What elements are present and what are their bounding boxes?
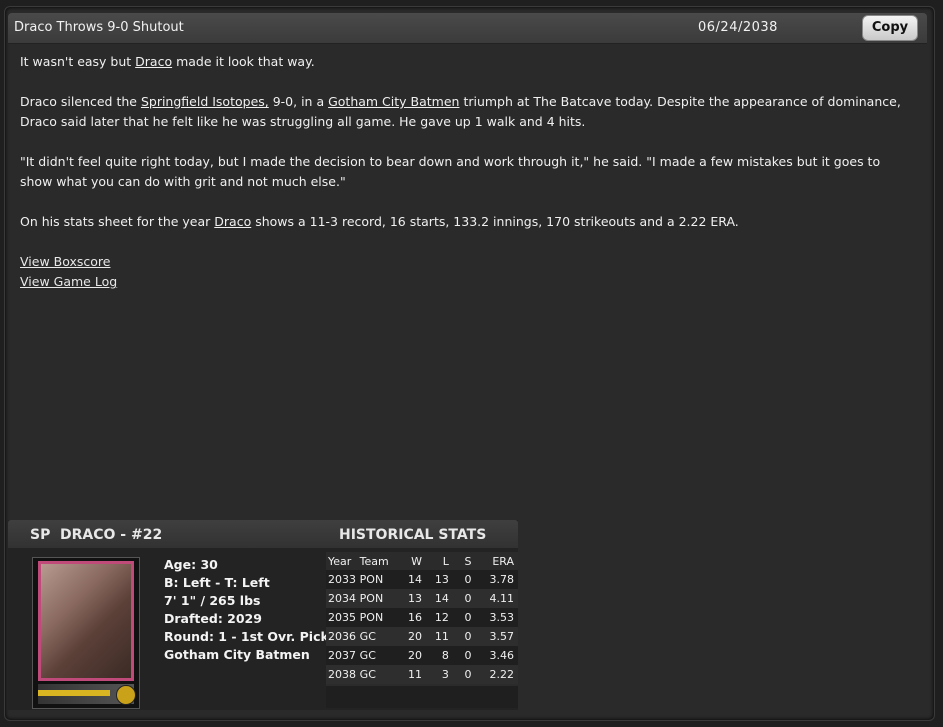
cell-w: 20: [398, 646, 422, 665]
cell-team: GC: [359, 665, 399, 684]
article-body: It wasn't easy but Draco made it look th…: [20, 52, 910, 252]
cell-w: 20: [398, 627, 422, 646]
player-card-banner: [38, 684, 136, 705]
cell-year: 2036: [326, 627, 360, 646]
player-portrait-image: [38, 561, 134, 681]
historical-stats-table: Year Team W L S ERA 2033 PON 14 13 0 3.7…: [326, 552, 518, 708]
col-era[interactable]: ERA: [472, 552, 518, 570]
cell-year: 2033: [326, 570, 360, 589]
team-link-springfield-isotopes[interactable]: Springfield Isotopes,: [141, 94, 269, 109]
cell-l: 13: [422, 570, 449, 589]
bio-team: Gotham City Batmen: [164, 647, 310, 662]
cell-l: 3: [422, 665, 449, 684]
cell-s: 0: [448, 608, 472, 627]
article-paragraph-1: It wasn't easy but Draco made it look th…: [20, 52, 910, 72]
article-title: Draco Throws 9-0 Shutout: [14, 20, 184, 35]
article-paragraph-4: On his stats sheet for the year Draco sh…: [20, 212, 910, 232]
cell-s: 0: [448, 646, 472, 665]
cell-w: 14: [398, 570, 422, 589]
player-card-header: SP DRACO - #22 HISTORICAL STATS: [8, 520, 518, 548]
p2-text-mid: 9-0, in a: [268, 94, 329, 109]
cell-s: 0: [448, 589, 472, 608]
col-l[interactable]: L: [422, 552, 449, 570]
cell-s: 0: [448, 570, 472, 589]
cell-team: GC: [359, 627, 399, 646]
team-link-gotham-city-batmen[interactable]: Gotham City Batmen: [328, 94, 459, 109]
article-date: 06/24/2038: [698, 20, 778, 35]
cell-year: 2037: [326, 646, 360, 665]
bio-age: Age: 30: [164, 557, 218, 572]
cell-era: 3.78: [471, 570, 518, 589]
p1-text-post: made it look that way.: [172, 54, 315, 69]
table-row: 2036 GC 20 11 0 3.57: [326, 627, 518, 646]
article-paragraph-2: Draco silenced the Springfield Isotopes,…: [20, 92, 910, 132]
cell-era: 2.22: [471, 665, 518, 684]
player-photo[interactable]: [32, 557, 140, 709]
cell-era: 4.11: [471, 589, 518, 608]
bio-drafted: Drafted: 2029: [164, 611, 262, 626]
col-year[interactable]: Year: [326, 552, 360, 570]
col-w[interactable]: W: [399, 552, 422, 570]
player-link-draco-2[interactable]: Draco: [214, 214, 251, 229]
banner-stripe: [38, 690, 110, 696]
table-row: 2034 PON 13 14 0 4.11: [326, 589, 518, 608]
cell-l: 8: [422, 646, 449, 665]
article-links: View Boxscore View Game Log: [20, 252, 117, 292]
cell-year: 2035: [326, 608, 360, 627]
view-boxscore-link[interactable]: View Boxscore: [20, 252, 117, 272]
cell-l: 11: [422, 627, 449, 646]
cell-w: 13: [398, 589, 422, 608]
p1-text-pre: It wasn't easy but: [20, 54, 136, 69]
historical-stats-label: HISTORICAL STATS: [339, 527, 487, 543]
stats-footer: [326, 686, 518, 708]
cell-year: 2038: [326, 665, 360, 684]
player-bio: Age: 30 B: Left - T: Left 7' 1" / 265 lb…: [164, 556, 329, 664]
article-header: Draco Throws 9-0 Shutout 06/24/2038 Copy: [8, 13, 927, 44]
cell-w: 16: [398, 608, 422, 627]
player-link-draco[interactable]: Draco: [135, 54, 172, 69]
cell-s: 0: [448, 627, 472, 646]
bio-round: Round: 1 - 1st Ovr. Pick: [164, 629, 329, 644]
p2-text-pre: Draco silenced the: [20, 94, 141, 109]
bio-bats-throws: B: Left - T: Left: [164, 575, 270, 590]
p4-text-pre: On his stats sheet for the year: [20, 214, 215, 229]
copy-button[interactable]: Copy: [862, 15, 918, 41]
cell-era: 3.57: [471, 627, 518, 646]
cell-team: PON: [359, 570, 399, 589]
player-name[interactable]: DRACO - #22: [60, 527, 162, 543]
cell-l: 14: [422, 589, 449, 608]
table-row: 2033 PON 14 13 0 3.78: [326, 570, 518, 589]
article-paragraph-3: "It didn't feel quite right today, but I…: [20, 154, 881, 189]
table-row: 2037 GC 20 8 0 3.46: [326, 646, 518, 665]
player-position: SP: [30, 527, 51, 543]
stats-header-row: Year Team W L S ERA: [326, 552, 518, 570]
cell-team: PON: [359, 589, 399, 608]
table-row: 2038 GC 11 3 0 2.22: [326, 665, 518, 684]
cell-team: GC: [359, 646, 399, 665]
bio-height-weight: 7' 1" / 265 lbs: [164, 593, 261, 608]
col-s[interactable]: S: [449, 552, 472, 570]
player-card: SP DRACO - #22 HISTORICAL STATS Age: 30 …: [8, 520, 518, 710]
cell-w: 11: [398, 665, 422, 684]
cell-era: 3.53: [471, 608, 518, 627]
cell-team: PON: [359, 608, 399, 627]
cell-era: 3.46: [471, 646, 518, 665]
col-team[interactable]: Team: [360, 552, 399, 570]
cell-year: 2034: [326, 589, 360, 608]
p4-text-post: shows a 11-3 record, 16 starts, 133.2 in…: [251, 214, 739, 229]
cell-s: 0: [448, 665, 472, 684]
table-row: 2035 PON 16 12 0 3.53: [326, 608, 518, 627]
view-game-log-link[interactable]: View Game Log: [20, 272, 117, 292]
cell-l: 12: [422, 608, 449, 627]
team-emblem-icon: [116, 685, 136, 705]
